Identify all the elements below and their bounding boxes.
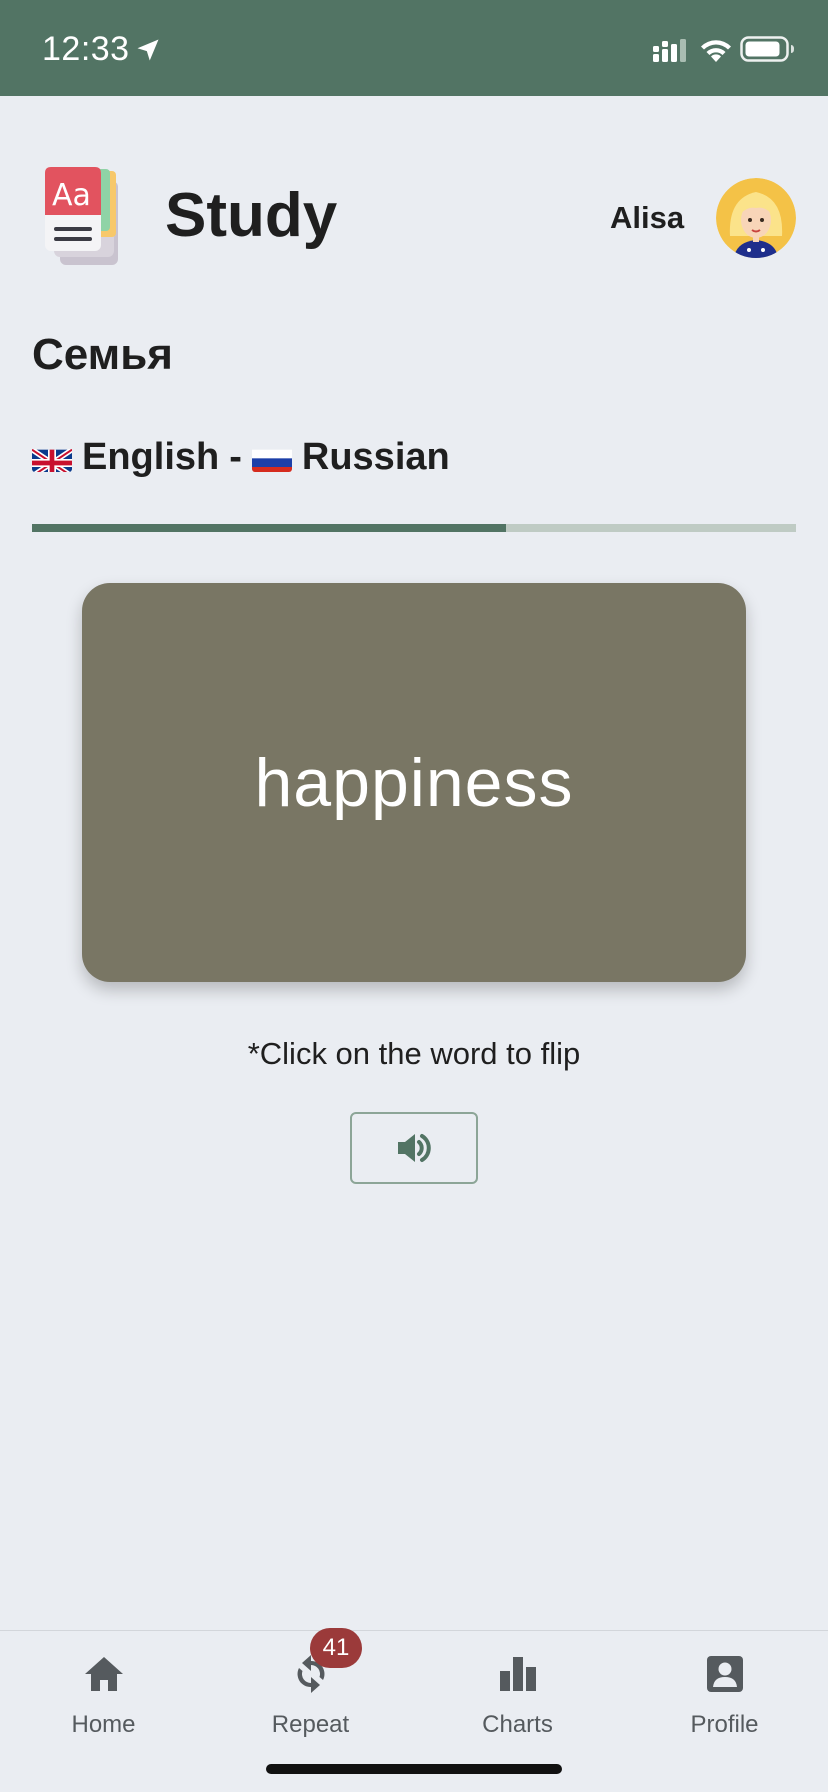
- avatar[interactable]: [716, 178, 796, 258]
- tab-home-label: Home: [71, 1711, 136, 1738]
- wifi-icon: [701, 40, 731, 62]
- status-bar: 12:33: [0, 0, 828, 96]
- user-name: Alisa: [610, 200, 685, 235]
- deck-title: Семья: [32, 330, 173, 379]
- gb-flag-icon: [32, 444, 72, 472]
- flashcard[interactable]: happiness: [82, 583, 746, 982]
- dictionary-book-icon: Aa: [45, 167, 118, 265]
- speaker-volume-icon: [398, 1134, 431, 1162]
- user-avatar-icon: [716, 178, 796, 258]
- tab-home[interactable]: Home: [0, 1631, 207, 1751]
- signal-icon: [653, 39, 686, 62]
- bar-chart-icon: [500, 1657, 536, 1691]
- flashcard-word[interactable]: happiness: [254, 744, 573, 822]
- language-separator: -: [229, 436, 242, 478]
- target-language: Russian: [301, 436, 450, 478]
- home-icon: [85, 1657, 123, 1691]
- location-arrow-icon: [137, 39, 159, 61]
- status-time: 12:33: [42, 30, 130, 68]
- repeat-count-badge: 41: [310, 1628, 362, 1668]
- tab-profile[interactable]: Profile: [621, 1631, 828, 1751]
- study-progress-bar: [32, 524, 796, 532]
- battery-icon: [740, 36, 794, 62]
- language-pair: English - Russian: [32, 436, 450, 479]
- flip-hint: *Click on the word to flip: [247, 1036, 581, 1071]
- study-progress-fill: [32, 524, 506, 532]
- source-language: English: [82, 436, 220, 478]
- svg-text:Aa: Aa: [52, 178, 91, 213]
- tab-repeat-label: Repeat: [271, 1711, 350, 1738]
- page-title: Study: [165, 181, 338, 250]
- home-indicator: [266, 1764, 562, 1774]
- pronounce-button[interactable]: [350, 1112, 478, 1184]
- tab-profile-label: Profile: [690, 1711, 759, 1738]
- tab-charts[interactable]: Charts: [414, 1631, 621, 1751]
- tab-charts-label: Charts: [482, 1711, 553, 1738]
- profile-icon: [707, 1656, 743, 1692]
- ru-flag-icon: [251, 444, 292, 472]
